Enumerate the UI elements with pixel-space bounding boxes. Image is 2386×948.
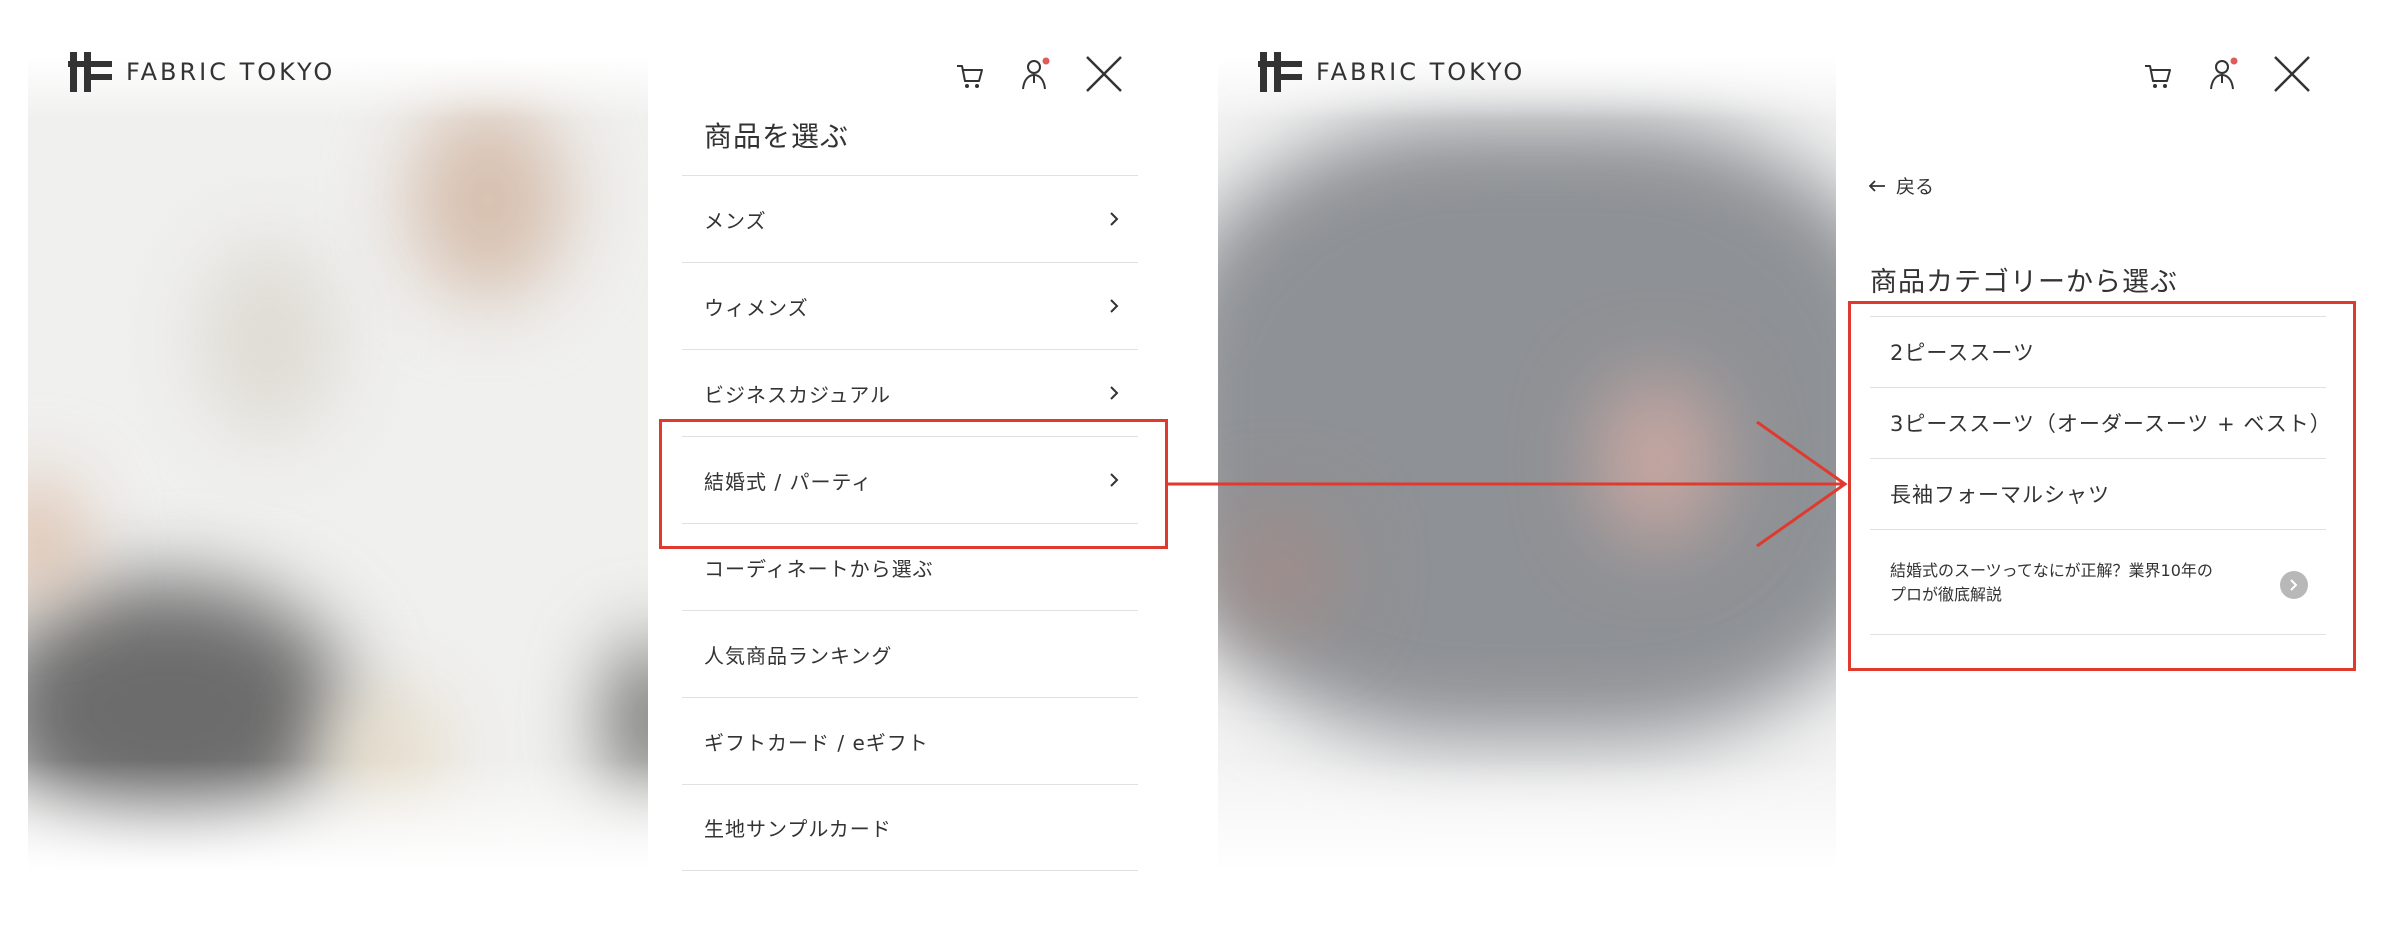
category-item-formal-shirt[interactable]: 長袖フォーマルシャツ [1870,458,2326,529]
category-list: 2ピーススーツ 3ピーススーツ（オーダースーツ + ベスト） 長袖フォーマルシャ… [1870,316,2332,635]
chevron-right-icon [1110,212,1119,226]
menu-item-business-casual[interactable]: ビジネスカジュアル [682,349,1138,436]
menu-item-gift-card[interactable]: ギフトカード / eギフト [682,697,1138,784]
notification-dot [2230,57,2238,65]
menu-item-label: ウィメンズ [704,295,809,320]
close-icon [1086,56,1122,92]
brand-logo[interactable]: FABRIC TOKYO [68,52,335,92]
back-link[interactable]: 戻る [1868,172,1934,199]
navigation-drawer: 商品を選ぶ メンズ ウィメンズ ビジネスカジュアル 結婚式 / パーティ コーデ… [648,40,1218,890]
menu-list: メンズ ウィメンズ ビジネスカジュアル 結婚式 / パーティ コーディネートから… [682,175,1138,871]
category-title: 商品カテゴリーから選ぶ [1870,267,2178,298]
menu-item-label: ギフトカード / eギフト [704,730,929,755]
cart-icon [2145,65,2171,88]
chevron-right-icon [2290,579,2298,591]
account-icon [2210,57,2238,90]
cart-button[interactable] [948,54,992,98]
menu-item-fabric-sample[interactable]: 生地サンプルカード [682,784,1138,871]
article-go-button[interactable] [2280,571,2308,599]
hero-image-blurred [28,40,648,890]
menu-title: 商品を選ぶ [704,120,850,153]
menu-item-label: ビジネスカジュアル [704,382,891,407]
menu-item-mens[interactable]: メンズ [682,175,1138,262]
category-item-label: 2ピーススーツ [1890,341,2035,365]
category-item-3piece-suit[interactable]: 3ピーススーツ（オーダースーツ + ベスト） [1870,387,2332,458]
category-item-label: 3ピーススーツ（オーダースーツ + ベスト） [1890,412,2332,436]
article-title-line-2: プロが徹底解説 [1890,585,2003,604]
notification-dot [1042,57,1050,65]
close-icon [2274,56,2310,92]
back-label: 戻る [1896,176,1935,198]
logo-mark-icon [1258,52,1302,92]
menu-item-womens[interactable]: ウィメンズ [682,262,1138,349]
article-link-wedding-suit[interactable]: 結婚式のスーツってなにが正解？業界10年の プロが徹底解説 [1870,529,2326,635]
article-title-line-1: 結婚式のスーツってなにが正解？業界10年の [1890,561,2213,580]
menu-item-ranking[interactable]: 人気商品ランキング [682,610,1138,697]
chevron-right-icon [1110,299,1119,313]
menu-item-coordinate[interactable]: コーディネートから選ぶ [682,523,1138,610]
close-button[interactable] [2270,52,2314,96]
close-button[interactable] [1082,52,1126,96]
menu-item-label: 生地サンプルカード [704,817,892,841]
brand-logo-2[interactable]: FABRIC TOKYO [1258,52,1525,92]
hero-image-blurred-2 [1218,40,1836,890]
arrow-left-icon [1868,179,1885,192]
brand-name: FABRIC TOKYO [1316,58,1526,86]
navigation-submenu: 戻る 商品カテゴリーから選ぶ 2ピーススーツ 3ピーススーツ（オーダースーツ +… [1836,40,2356,890]
chevron-right-icon [1110,473,1119,487]
account-button[interactable] [1013,52,1057,96]
category-item-2piece-suit[interactable]: 2ピーススーツ [1870,316,2326,387]
category-item-label: 長袖フォーマルシャツ [1890,483,2110,507]
menu-item-wedding-party[interactable]: 結婚式 / パーティ [682,436,1138,523]
cart-icon [957,65,983,88]
account-icon [1022,57,1050,90]
brand-name: FABRIC TOKYO [126,58,336,86]
chevron-right-icon [1110,386,1119,400]
logo-mark-icon [68,52,112,92]
menu-item-label: コーディネートから選ぶ [704,556,934,581]
account-button[interactable] [2201,52,2245,96]
menu-item-label: メンズ [704,208,767,233]
menu-item-label: 人気商品ランキング [704,643,893,668]
cart-button[interactable] [2136,54,2180,98]
menu-item-label: 結婚式 / パーティ [704,469,873,494]
